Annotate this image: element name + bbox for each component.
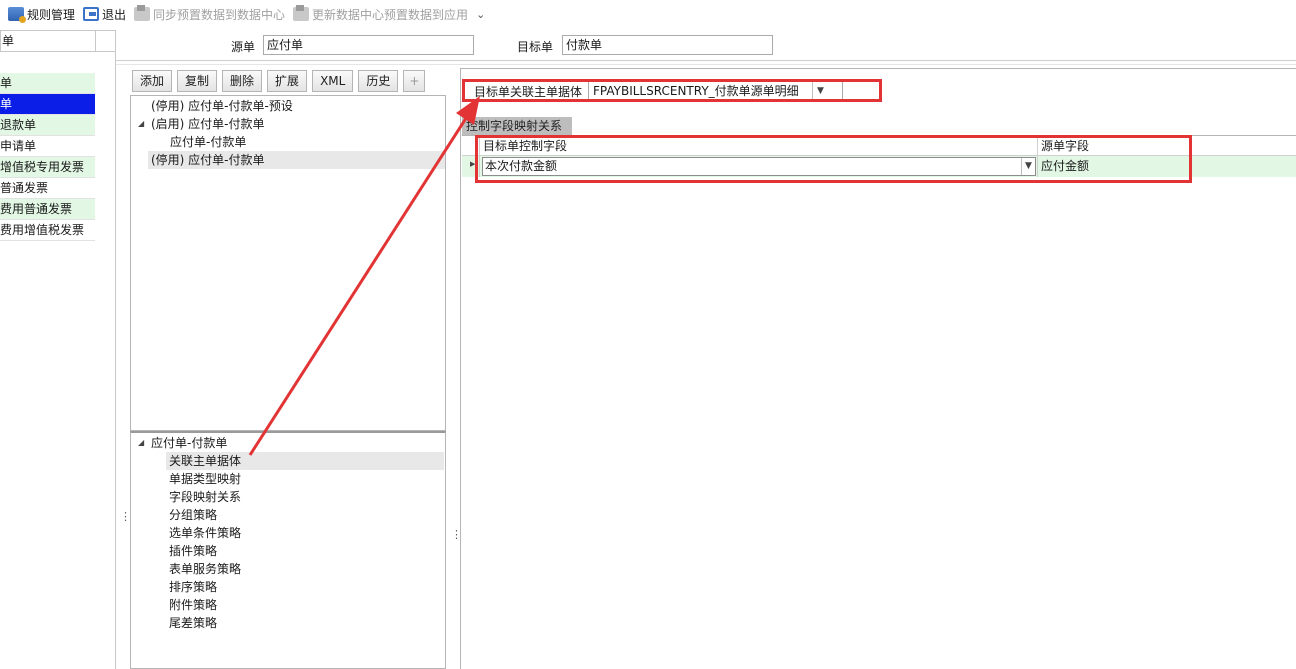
expand-arrow-icon[interactable]: ◢ (138, 434, 144, 452)
mid-splitter-grip[interactable]: ⋮ (451, 529, 462, 540)
bill-type-rows: 单单退款单 申请单 增值税专用发票 普通发票 费用普通发票 费用增值税发票 (0, 73, 116, 241)
strategy-item[interactable]: 关联主单据体 (166, 452, 444, 470)
toolbar: 规则管理 退出 同步预置数据到数据中心 更新数据中心预置数据到应用 ⌄ (0, 0, 1296, 28)
rule-item-enabled[interactable]: (启用) 应付单-付款单 (151, 115, 265, 133)
left-splitter-grip[interactable]: ⋮ (120, 511, 131, 522)
bill-type-item[interactable]: 单 (0, 94, 95, 115)
sync-preset-button[interactable]: 同步预置数据到数据中心 (130, 3, 289, 25)
rule-actions: 添加 复制 删除 扩展 XML 历史 + (132, 70, 426, 92)
rule-item-child[interactable]: 应付单-付款单 (170, 133, 246, 151)
strategy-tree: ◢ 应付单-付款单 关联主单据体 单据类型映射 字段映射关系 分组策略 选单条件策略 插件… (130, 431, 446, 669)
update-preset-label: 更新数据中心预置数据到应用 (312, 7, 469, 22)
bill-type-item[interactable]: 申请单 (0, 136, 95, 157)
strategy-item[interactable]: 选单条件策略 (166, 524, 241, 542)
rule-item-label: (停用) 应付单-付款单-预设 (151, 99, 293, 113)
exit-label: 退出 (102, 7, 127, 22)
bill-type-list: 单 单单退款单 申请单 增值税专用发票 普通发票 费用普通发票 费用增值税发票 (0, 30, 116, 241)
strategy-item[interactable]: 附件策略 (166, 596, 217, 614)
annotation-box-mapping (475, 135, 1192, 183)
bill-type-column-header[interactable]: 单 (1, 31, 96, 51)
exit-icon (83, 7, 100, 21)
rules-management-label: 规则管理 (27, 7, 76, 22)
rule-item-disabled[interactable]: (停用) 应付单-付款单 (148, 151, 445, 169)
copy-button[interactable]: 复制 (177, 70, 218, 92)
rules-icon (8, 7, 26, 23)
rule-item-label: 应付单-付款单 (170, 135, 247, 149)
annotation-box-assoc (462, 79, 882, 102)
strategy-item[interactable]: 单据类型映射 (166, 470, 241, 488)
source-bill-field[interactable]: 应付单 (263, 35, 474, 55)
target-label: 目标单 (517, 40, 554, 54)
update-icon (293, 5, 310, 21)
tab-control-field-mapping[interactable]: 控制字段映射关系 (462, 117, 572, 136)
strategy-item[interactable]: 表单服务策略 (166, 560, 241, 578)
expand-arrow-icon[interactable]: ◢ (138, 115, 144, 133)
strategy-item[interactable]: 分组策略 (166, 506, 217, 524)
rule-tree: (停用) 应付单-付款单-预设 ◢ (启用) 应付单-付款单 应付单-付款单 (… (130, 95, 446, 431)
bill-type-list-header: 单 (0, 30, 116, 52)
bill-type-item[interactable]: 费用普通发票 (0, 199, 95, 220)
history-button[interactable]: 历史 (358, 70, 399, 92)
source-label: 源单 (231, 40, 256, 54)
add-button[interactable]: 添加 (132, 70, 173, 92)
update-preset-button[interactable]: 更新数据中心预置数据到应用 (289, 3, 472, 25)
bill-type-item[interactable]: 费用增值税发票 (0, 220, 95, 241)
extend-button[interactable]: 扩展 (267, 70, 308, 92)
bill-type-item[interactable]: 退款单 (0, 115, 95, 136)
target-bill-field[interactable]: 付款单 (562, 35, 773, 55)
strategy-item[interactable]: 插件策略 (166, 542, 217, 560)
strategy-item[interactable]: 尾差策略 (166, 614, 217, 632)
strategy-item[interactable]: 字段映射关系 (166, 488, 241, 506)
toolbar-more-chevron-icon[interactable]: ⌄ (472, 8, 489, 21)
sync-preset-label: 同步预置数据到数据中心 (153, 7, 286, 22)
rule-item-label: (停用) 应付单-付款单 (151, 153, 265, 167)
sync-icon (134, 5, 151, 21)
rule-item-preset[interactable]: (停用) 应付单-付款单-预设 (151, 97, 293, 115)
xml-button[interactable]: XML (312, 70, 354, 92)
delete-button[interactable]: 删除 (222, 70, 263, 92)
strategy-root[interactable]: 应付单-付款单 (151, 434, 227, 452)
rule-item-label: (启用) 应付单-付款单 (151, 117, 265, 131)
header-divider (116, 60, 1296, 61)
bill-type-item[interactable]: 单 (0, 73, 95, 94)
bill-type-item[interactable]: 增值税专用发票 (0, 157, 95, 178)
bill-type-item[interactable]: 普通发票 (0, 178, 95, 199)
exit-button[interactable]: 退出 (79, 3, 130, 25)
plus-button[interactable]: + (403, 70, 426, 92)
strategy-item[interactable]: 排序策略 (166, 578, 217, 596)
left-divider (115, 30, 116, 669)
rules-management-button[interactable]: 规则管理 (4, 3, 79, 25)
